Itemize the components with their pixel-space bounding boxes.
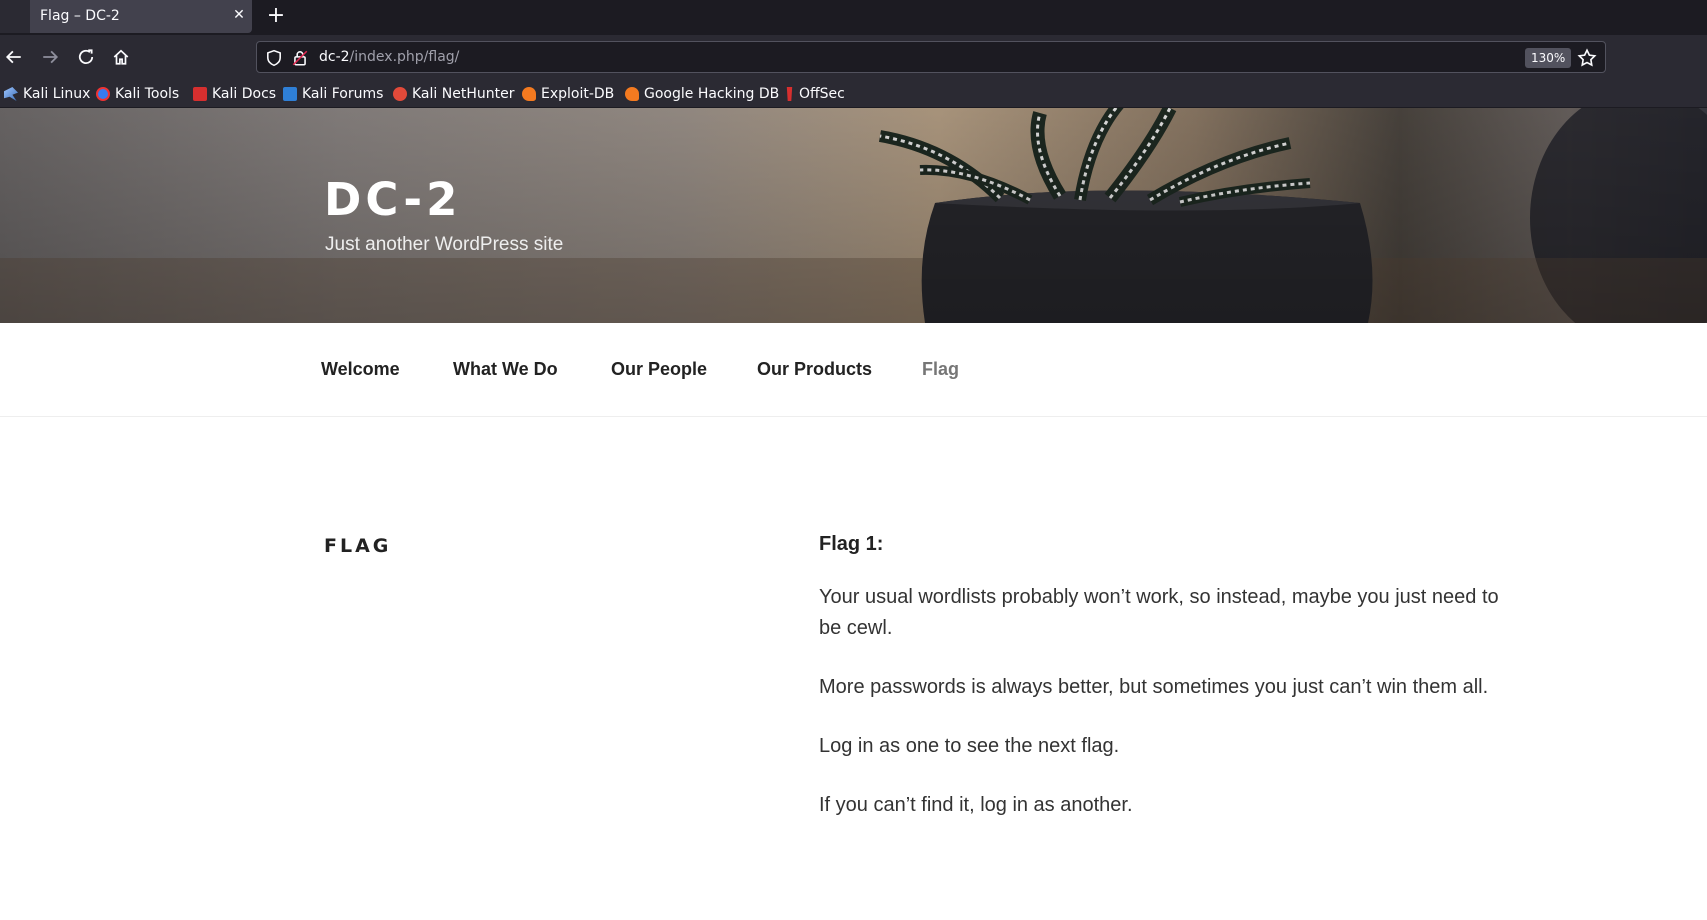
bookmark-label: OffSec (799, 86, 845, 102)
bookmark-google-hacking-db[interactable]: Google Hacking DB (625, 84, 779, 104)
flag-heading: Flag 1: (819, 533, 884, 555)
entry-content: Flag 1: Your usual wordlists probably wo… (819, 533, 1499, 849)
tab-active[interactable]: Flag – DC-2 ✕ (0, 0, 252, 33)
url-host: dc-2 (319, 49, 350, 65)
page-title: FLAG (324, 535, 392, 557)
bookmark-label: Kali Forums (302, 86, 384, 102)
bookmark-offsec[interactable]: OffSec (785, 84, 845, 104)
shield-icon[interactable] (265, 49, 283, 67)
bookmark-label: Exploit-DB (541, 86, 615, 102)
offsec-icon (786, 87, 793, 101)
tab-overflow-strip (0, 0, 30, 33)
menu-item-our-products[interactable]: Our Products (757, 359, 872, 380)
header-shade (0, 108, 1707, 323)
site-title[interactable]: DC-2 (324, 173, 461, 226)
zoom-level-badge[interactable]: 130% (1525, 48, 1572, 68)
bookmark-label: Kali Linux (23, 86, 91, 102)
address-bar[interactable]: dc-2/index.php/flag/ 130% (256, 41, 1606, 73)
bookmark-label: Kali NetHunter (412, 86, 515, 102)
kali-dragon-icon (4, 87, 18, 101)
bookmark-kali-nethunter[interactable]: Kali NetHunter (393, 84, 514, 104)
paragraph-2: More passwords is always better, but som… (819, 676, 1489, 698)
menu-item-our-people[interactable]: Our People (611, 359, 707, 380)
bookmarks-toolbar: Kali Linux Kali Tools Kali Docs Kali For… (0, 80, 1707, 108)
site-header: DC-2 Just another WordPress site (0, 108, 1707, 323)
bookmark-kali-docs[interactable]: Kali Docs (193, 84, 276, 104)
bookmark-kali-tools[interactable]: Kali Tools (96, 84, 179, 104)
kali-forums-icon (283, 87, 297, 101)
kali-tools-icon (96, 87, 110, 101)
nethunter-icon (393, 87, 407, 101)
ghdb-icon (625, 87, 639, 101)
site-navigation: Welcome What We Do Our People Our Produc… (0, 323, 1707, 417)
exploit-db-icon (522, 87, 536, 101)
site-description: Just another WordPress site (325, 234, 564, 255)
bookmark-kali-linux[interactable]: Kali Linux (4, 84, 90, 104)
tab-title: Flag – DC-2 (40, 8, 120, 24)
url-path: /index.php/flag/ (349, 49, 460, 65)
paragraph-1: Your usual wordlists probably won’t work… (819, 586, 1499, 639)
reload-icon[interactable] (72, 43, 100, 71)
back-icon[interactable] (0, 43, 28, 71)
paragraph-3: Log in as one to see the next flag. (819, 735, 1120, 757)
bookmark-label: Google Hacking DB (644, 86, 780, 102)
menu-item-flag[interactable]: Flag (922, 359, 959, 380)
paragraph-4: If you can’t find it, log in as another. (819, 794, 1133, 816)
insecure-lock-icon[interactable] (291, 49, 309, 67)
url-text[interactable]: dc-2/index.php/flag/ (319, 49, 459, 65)
navigation-toolbar: dc-2/index.php/flag/ 130% (0, 35, 1707, 80)
bookmark-star-icon[interactable] (1577, 48, 1597, 68)
forward-icon[interactable] (36, 43, 64, 71)
menu-item-what-we-do[interactable]: What We Do (453, 359, 558, 380)
home-icon[interactable] (107, 43, 135, 71)
bookmark-kali-forums[interactable]: Kali Forums (283, 84, 383, 104)
bookmark-label: Kali Docs (212, 86, 277, 102)
bookmark-label: Kali Tools (115, 86, 180, 102)
bookmark-exploit-db[interactable]: Exploit-DB (522, 84, 614, 104)
tab-strip: Flag – DC-2 ✕ + (0, 0, 1707, 35)
new-tab-icon[interactable]: + (264, 4, 288, 28)
menu-item-welcome[interactable]: Welcome (321, 359, 400, 380)
close-tab-icon[interactable]: ✕ (230, 6, 248, 24)
kali-docs-icon (193, 87, 207, 101)
